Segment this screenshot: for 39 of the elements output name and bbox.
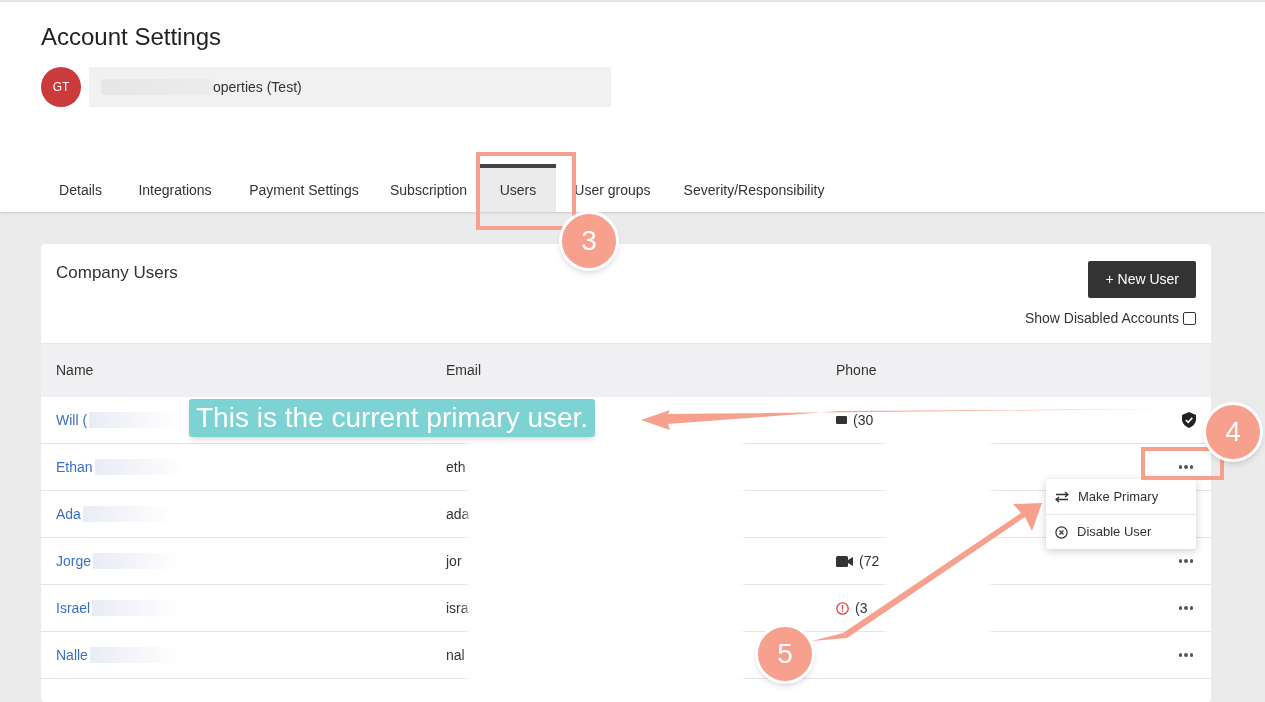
checkbox-label: Show Disabled Accounts xyxy=(1024,309,1179,328)
tab[interactable]: Users xyxy=(480,164,556,212)
new-user-button[interactable]: + New User xyxy=(1088,261,1196,298)
card-title: Company Users xyxy=(56,262,178,284)
user-name-link[interactable]: Will ( xyxy=(56,409,88,431)
circle-x-icon xyxy=(1055,525,1068,539)
user-name-link[interactable]: Nalle xyxy=(56,644,88,666)
table-cell-text: nal xyxy=(446,645,465,665)
tab[interactable]: Integrations xyxy=(119,164,231,212)
table-cell-text: eth xyxy=(446,457,466,477)
table-cell-text: (3 xyxy=(855,598,868,618)
account-avatar: GT xyxy=(41,67,81,107)
tab[interactable]: Subscription xyxy=(377,164,480,212)
table-cell-text: jor xyxy=(446,551,462,571)
device-icon xyxy=(836,415,847,425)
annotation-caption: This is the current primary user. xyxy=(189,399,596,437)
tab[interactable]: Details xyxy=(42,164,119,212)
tab[interactable]: Payment Settings xyxy=(231,164,377,212)
column-header: Phone xyxy=(836,361,878,380)
tab[interactable]: Severity/Responsibility xyxy=(669,164,839,212)
table-cell-text: ada xyxy=(446,504,470,524)
menu-item[interactable]: Make Primary xyxy=(1078,486,1159,507)
user-name-link[interactable]: Ethan xyxy=(56,456,93,478)
column-header: Email xyxy=(446,361,482,380)
menu-item[interactable]: Disable User xyxy=(1077,522,1152,542)
shield-check-icon xyxy=(1182,412,1196,428)
swap-arrows-icon xyxy=(1055,490,1069,503)
table-cell-text: (72 xyxy=(859,551,880,571)
video-camera-icon xyxy=(836,555,853,567)
page-title: Account Settings xyxy=(41,22,223,52)
account-selector[interactable]: operties (Test) xyxy=(89,67,611,107)
table-cell-text: isra xyxy=(446,598,469,618)
user-name-link[interactable]: Jorge xyxy=(56,550,92,572)
alert-icon xyxy=(836,601,849,615)
step-number-badge: 4 xyxy=(1203,402,1263,462)
column-header: Name xyxy=(56,361,95,380)
user-name-link[interactable]: Israel xyxy=(56,597,91,619)
user-name-link[interactable]: Ada xyxy=(56,503,81,525)
table-cell-text: (30 xyxy=(853,410,874,430)
